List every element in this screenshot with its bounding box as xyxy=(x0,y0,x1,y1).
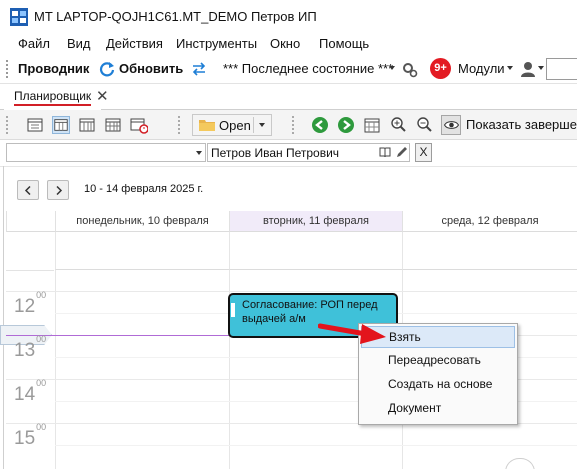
show-completed-label[interactable]: Показать завершенн xyxy=(466,117,577,132)
user-status-icon[interactable] xyxy=(520,61,538,77)
time-gutter-header xyxy=(6,211,55,232)
chevron-down-icon[interactable] xyxy=(389,66,395,70)
context-menu-forward[interactable]: Переадресовать xyxy=(361,350,515,372)
context-menu-create-based-on[interactable]: Создать на основе xyxy=(361,374,515,396)
chevron-down-icon[interactable] xyxy=(507,66,513,70)
toolbar-grip[interactable] xyxy=(292,116,295,134)
toolbar-grip[interactable] xyxy=(6,60,9,78)
previous-period-button[interactable] xyxy=(17,180,39,200)
filter-combobox[interactable] xyxy=(6,143,206,162)
menu-window[interactable]: Окно xyxy=(270,36,300,51)
main-toolbar: Проводник Обновить *** Последнее состоян… xyxy=(0,54,577,84)
back-arrow-icon[interactable] xyxy=(312,117,328,133)
week-view-icon[interactable] xyxy=(78,116,96,134)
clear-filter-button[interactable]: X xyxy=(415,143,432,162)
folder-icon xyxy=(199,120,215,131)
person-value: Петров Иван Петрович xyxy=(211,146,340,160)
open-button-label: Open xyxy=(219,118,251,133)
chevron-right-icon xyxy=(56,186,63,195)
zoom-out-icon[interactable] xyxy=(416,116,433,133)
month-view-icon[interactable] xyxy=(104,116,122,134)
toolbar-grip[interactable] xyxy=(6,116,9,134)
eye-icon xyxy=(444,121,459,129)
appointment-status-strip xyxy=(231,303,235,317)
annotation-arrow-icon xyxy=(318,323,386,344)
work-week-view-icon[interactable] xyxy=(52,116,70,134)
left-border xyxy=(3,166,4,469)
document-tabs: Планировщик ✕ xyxy=(0,84,577,110)
all-day-cell[interactable] xyxy=(229,232,402,270)
next-period-button[interactable] xyxy=(47,180,69,200)
hour-label-minutes: 00 xyxy=(36,421,47,432)
open-button[interactable]: Open xyxy=(192,114,272,136)
hour-line xyxy=(6,291,577,292)
hour-label-minutes: 00 xyxy=(36,377,47,388)
chevron-down-icon[interactable] xyxy=(259,123,265,127)
menu-bar: Файл Вид Действия Инструменты Окно Помощ… xyxy=(0,32,577,54)
book-icon[interactable] xyxy=(379,147,391,158)
menu-actions[interactable]: Действия xyxy=(106,36,163,51)
scheduler-toolbar: Open Показать завершенн xyxy=(0,110,577,140)
gears-icon[interactable] xyxy=(402,62,418,78)
menu-view[interactable]: Вид xyxy=(67,36,91,51)
hour-label-value: 12 xyxy=(14,296,36,317)
person-field[interactable]: Петров Иван Петрович xyxy=(207,143,410,162)
sync-arrows-icon[interactable] xyxy=(191,62,207,76)
day-view-icon[interactable] xyxy=(26,116,44,134)
refresh-icon[interactable] xyxy=(99,61,115,77)
window-title: MT LAPTOP-QOJH1C61.MT_DEMO Петров ИП xyxy=(34,9,317,24)
state-select[interactable]: *** Последнее состояние *** xyxy=(223,61,403,81)
hour-label: 1200 xyxy=(14,290,46,318)
app-logo-icon xyxy=(10,8,28,26)
hour-label: 1300 xyxy=(14,334,46,362)
show-completed-toggle[interactable] xyxy=(441,115,461,135)
all-day-cell[interactable] xyxy=(402,232,577,270)
chevron-down-icon[interactable] xyxy=(196,151,202,155)
all-day-cell[interactable] xyxy=(55,232,229,270)
chevron-left-icon xyxy=(24,186,31,195)
date-range-label: 10 - 14 февраля 2025 г. xyxy=(84,183,204,195)
day-header[interactable]: понедельник, 10 февраля xyxy=(55,211,229,232)
notifications-badge[interactable]: 9+ xyxy=(430,58,451,79)
pencil-icon[interactable] xyxy=(395,146,408,159)
tab-scheduler-label: Планировщик xyxy=(14,89,92,106)
forward-arrow-icon[interactable] xyxy=(338,117,354,133)
zoom-in-icon[interactable] xyxy=(390,116,407,133)
hour-label: 1400 xyxy=(14,378,46,406)
context-menu-document[interactable]: Документ xyxy=(361,398,515,420)
calendar-icon[interactable] xyxy=(364,117,380,133)
toolbar-grip[interactable] xyxy=(178,116,181,134)
day-header-today[interactable]: вторник, 11 февраля xyxy=(229,211,402,232)
close-icon[interactable]: ✕ xyxy=(96,87,109,105)
modules-button[interactable]: Модули xyxy=(458,61,505,76)
hour-label-value: 14 xyxy=(14,384,36,405)
refresh-button[interactable]: Обновить xyxy=(119,61,183,76)
search-input[interactable] xyxy=(546,58,577,80)
hour-label-value: 13 xyxy=(14,340,36,361)
explorer-button[interactable]: Проводник xyxy=(18,61,89,76)
day-header[interactable]: среда, 12 февраля xyxy=(402,211,577,232)
hour-label: 1500 xyxy=(14,422,46,450)
day-column[interactable] xyxy=(55,270,229,469)
menu-help[interactable]: Помощь xyxy=(319,36,369,51)
window-titlebar: MT LAPTOP-QOJH1C61.MT_DEMO Петров ИП xyxy=(0,0,577,32)
filter-bar: Петров Иван Петрович X xyxy=(0,140,577,166)
hour-label-minutes: 00 xyxy=(36,333,47,344)
tab-scheduler[interactable]: Планировщик xyxy=(4,84,102,110)
menu-tools[interactable]: Инструменты xyxy=(176,36,257,51)
split-divider xyxy=(253,117,254,133)
hour-label-minutes: 00 xyxy=(36,289,47,300)
half-hour-line xyxy=(55,445,577,446)
timeline-view-icon[interactable] xyxy=(130,116,148,134)
chevron-down-icon[interactable] xyxy=(538,66,544,70)
menu-file[interactable]: Файл xyxy=(18,36,50,51)
hour-label-value: 15 xyxy=(14,428,36,449)
